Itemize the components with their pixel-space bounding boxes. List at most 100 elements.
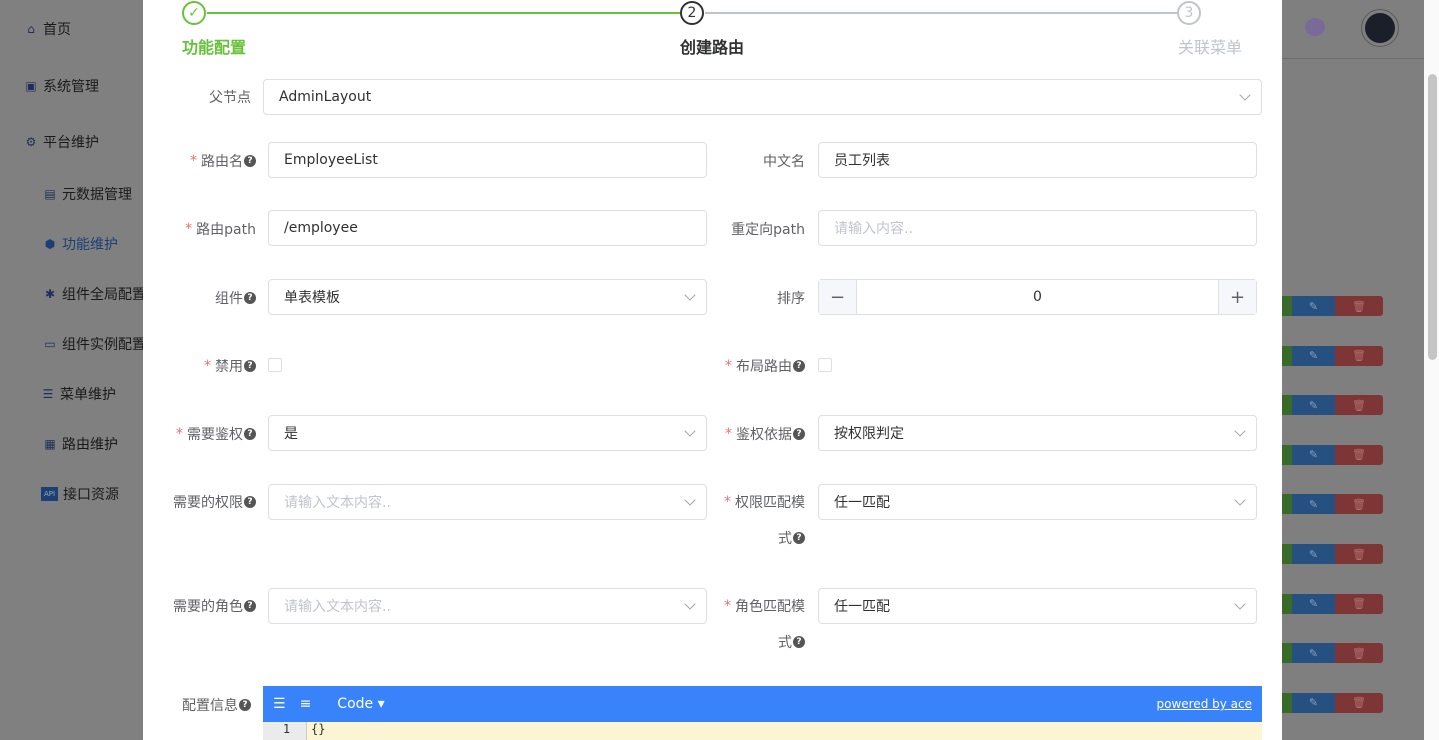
increment-button[interactable]: + [1219,280,1256,314]
chevron-down-icon [684,598,696,610]
sidebar-item-label: 菜单维护 [60,387,116,403]
sidebar-item-component-instance[interactable]: ▭ 组件实例配置 [43,334,146,354]
view-button [1282,593,1292,614]
sidebar-item-home[interactable]: ⌂ 首页 [24,19,71,39]
layout-route-label: * 布局路由? [703,356,805,376]
label-text: 组件 [215,291,243,307]
sort-stepper[interactable]: − 0 + [818,279,1257,315]
scrollbar[interactable] [1428,74,1437,360]
sidebar-item-route[interactable]: ▦ 路由维护 [43,434,118,454]
route-name-label: * 路由名? [143,151,256,171]
select-value: 任一匹配 [834,495,890,511]
format-icon[interactable]: ☰ [273,696,286,712]
sidebar-item-label: 系统管理 [43,79,99,95]
sidebar-item-component-global[interactable]: ✱ 组件全局配置 [43,284,146,304]
sidebar-item-platform[interactable]: ⚙ 平台维护 [24,132,99,152]
auth-basis-select[interactable]: 按权限判定 [818,415,1257,451]
step-1-check-icon: ✓ [182,1,206,25]
route-path-input[interactable]: /employee [268,210,707,246]
sidebar-item-metadata[interactable]: ▤ 元数据管理 [43,184,132,204]
view-button [1282,494,1292,515]
avatar[interactable] [1361,9,1399,47]
perms-label: 需要的权限? [143,492,256,512]
sidebar-item-function[interactable]: ⬢ 功能维护 [43,234,118,254]
label-text: 需要的角色 [173,599,243,615]
sort-label: 排序 [703,288,805,308]
background-row-actions: ✎ 🗑 [1282,444,1383,465]
need-auth-label: * 需要鉴权? [143,424,256,444]
cn-name-input[interactable]: 员工列表 [818,142,1257,178]
layout-route-checkbox[interactable] [818,358,832,372]
redirect-input[interactable]: 请输入内容.. [818,210,1257,246]
label-text: 路由path [196,222,256,238]
decrement-button[interactable]: − [819,280,856,314]
parent-label: 父节点 [143,87,251,107]
help-icon[interactable]: ? [244,292,256,304]
background-row-actions: ✎ 🗑 [1282,593,1383,614]
delete-icon: 🗑 [1335,544,1383,564]
sidebar-item-label: 组件全局配置 [62,287,146,303]
background-page [1282,0,1439,740]
gear-icon: ⚙ [25,135,37,149]
chevron-down-icon [684,494,696,506]
step-line [207,12,680,14]
cn-name-label: 中文名 [703,151,805,171]
puzzle-icon: ✱ [44,287,56,301]
help-icon[interactable]: ? [244,428,256,440]
json-editor[interactable]: ☰ ≡ Code ▾ powered by ace 1 {} [263,686,1262,740]
background-row-actions: ✎ 🗑 [1282,296,1383,316]
component-select[interactable]: 单表模板 [268,279,707,315]
sidebar-item-label: 平台维护 [43,135,99,151]
line-number: 1 [263,722,307,740]
disabled-checkbox[interactable] [268,358,282,372]
divider [1282,58,1424,59]
component-label: 组件? [143,288,256,308]
parent-select[interactable]: AdminLayout [263,79,1262,115]
edit-icon: ✎ [1292,643,1335,664]
role-match-label-wrap: 式? [703,632,805,652]
label-text: 路由名 [201,154,243,170]
editor-toolbar: ☰ ≡ Code ▾ powered by ace [263,686,1262,722]
sidebar-item-menu[interactable]: ☰ 菜单维护 [41,384,116,404]
roles-label: 需要的角色? [143,596,256,616]
background-row-actions: ✎ 🗑 [1282,544,1383,564]
select-value: 单表模板 [284,290,340,306]
sidebar-item-label: 接口资源 [63,487,119,503]
help-icon[interactable]: ? [244,360,256,372]
role-match-select[interactable]: 任一匹配 [818,588,1257,624]
help-icon[interactable]: ? [244,600,256,612]
help-icon[interactable]: ? [793,636,805,648]
code-line[interactable]: {} [307,722,325,740]
label-text: 配置信息 [182,698,238,714]
help-icon[interactable]: ? [244,155,256,167]
sidebar-item-system[interactable]: ▣ 系统管理 [24,76,99,96]
powered-by-ace-link[interactable]: powered by ace [1156,697,1252,711]
mode-dropdown[interactable]: Code ▾ [337,696,384,712]
roles-select[interactable]: 请输入文本内容.. [268,588,707,624]
perm-match-select[interactable]: 任一匹配 [818,484,1257,520]
theme-palette-icon[interactable] [1305,18,1325,36]
view-button [1282,544,1292,564]
sidebar-item-label: 功能维护 [62,237,118,253]
select-placeholder: 请输入文本内容.. [284,495,391,511]
route-name-input[interactable]: EmployeeList [268,142,707,178]
perms-select[interactable]: 请输入文本内容.. [268,484,707,520]
sort-value[interactable]: 0 [856,280,1219,314]
auth-basis-label: * 鉴权依据? [703,424,805,444]
compact-icon[interactable]: ≡ [300,696,312,712]
need-auth-select[interactable]: 是 [268,415,707,451]
list-icon: ☰ [42,387,54,401]
select-value: 按权限判定 [834,426,904,442]
window-icon: ▭ [44,337,56,351]
sidebar-item-api[interactable]: API 接口资源 [41,484,119,504]
help-icon[interactable]: ? [239,699,251,711]
help-icon[interactable]: ? [244,496,256,508]
help-icon[interactable]: ? [793,428,805,440]
view-button [1282,444,1292,465]
help-icon[interactable]: ? [793,532,805,544]
help-icon[interactable]: ? [793,360,805,372]
label-text: 鉴权依据 [736,427,792,443]
select-value: 是 [284,426,298,442]
route-icon: ▦ [44,437,56,451]
code-area[interactable]: 1 {} [263,722,1262,740]
